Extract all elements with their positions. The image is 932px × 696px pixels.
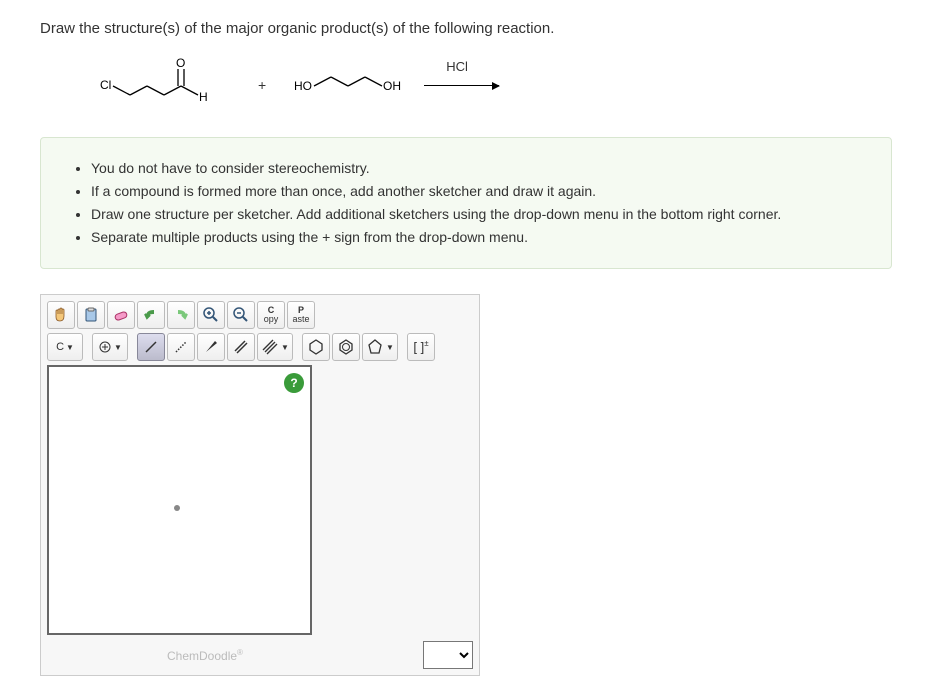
copy-button[interactable]: Copy: [257, 301, 285, 329]
bracket-tool-button[interactable]: [ ]±: [407, 333, 435, 361]
hand-tool-button[interactable]: [47, 301, 75, 329]
canvas-placeholder-atom[interactable]: [174, 505, 180, 511]
recessed-bond-button[interactable]: [167, 333, 195, 361]
question-prompt: Draw the structure(s) of the major organ…: [40, 20, 892, 37]
redo-button[interactable]: [167, 301, 195, 329]
paste-button[interactable]: Paste: [287, 301, 315, 329]
instruction-item: Draw one structure per sketcher. Add add…: [91, 204, 866, 225]
eraser-tool-button[interactable]: [107, 301, 135, 329]
instruction-item: If a compound is formed more than once, …: [91, 181, 866, 202]
chemdoodle-brand: ChemDoodle®: [167, 648, 243, 663]
element-button[interactable]: C▼: [47, 333, 83, 361]
clipboard-tool-button[interactable]: [77, 301, 105, 329]
toolbar-row-2: C▼ ▼ ▼ ▼ [ ]±: [47, 333, 473, 361]
triple-bond-button[interactable]: ▼: [257, 333, 293, 361]
charge-tool-button[interactable]: ▼: [92, 333, 128, 361]
drawing-canvas[interactable]: ?: [47, 365, 312, 635]
svg-text:O: O: [176, 57, 185, 70]
zoom-out-button[interactable]: [227, 301, 255, 329]
reactant-structure-1: Cl O H: [100, 57, 230, 112]
svg-text:H: H: [199, 90, 208, 104]
instruction-item: Separate multiple products using the + s…: [91, 227, 866, 248]
single-bond-button[interactable]: [137, 333, 165, 361]
reagent-label: HCl: [446, 59, 468, 74]
svg-text:OH: OH: [383, 79, 401, 93]
reaction-arrow: [424, 85, 499, 86]
undo-button[interactable]: [137, 301, 165, 329]
cyclohexane-button[interactable]: [302, 333, 330, 361]
plus-sign: +: [258, 77, 266, 93]
instruction-item: You do not have to consider stereochemis…: [91, 158, 866, 179]
double-bond-button[interactable]: [227, 333, 255, 361]
ring-tool-button[interactable]: ▼: [362, 333, 398, 361]
sketcher-dropdown[interactable]: [423, 641, 473, 669]
help-button[interactable]: ?: [284, 373, 304, 393]
benzene-button[interactable]: [332, 333, 360, 361]
reaction-scheme: Cl O H + HO OH HCl: [100, 57, 892, 112]
toolbar-row-1: Copy Paste: [47, 301, 473, 329]
instructions-panel: You do not have to consider stereochemis…: [40, 137, 892, 269]
wedge-bond-button[interactable]: [197, 333, 225, 361]
svg-text:Cl: Cl: [100, 78, 111, 92]
zoom-in-button[interactable]: [197, 301, 225, 329]
reactant-structure-2: HO OH: [294, 65, 404, 105]
svg-text:HO: HO: [294, 79, 312, 93]
chemdoodle-sketcher: Copy Paste C▼ ▼ ▼ ▼ [ ]± ? ChemDoodle®: [40, 294, 480, 676]
